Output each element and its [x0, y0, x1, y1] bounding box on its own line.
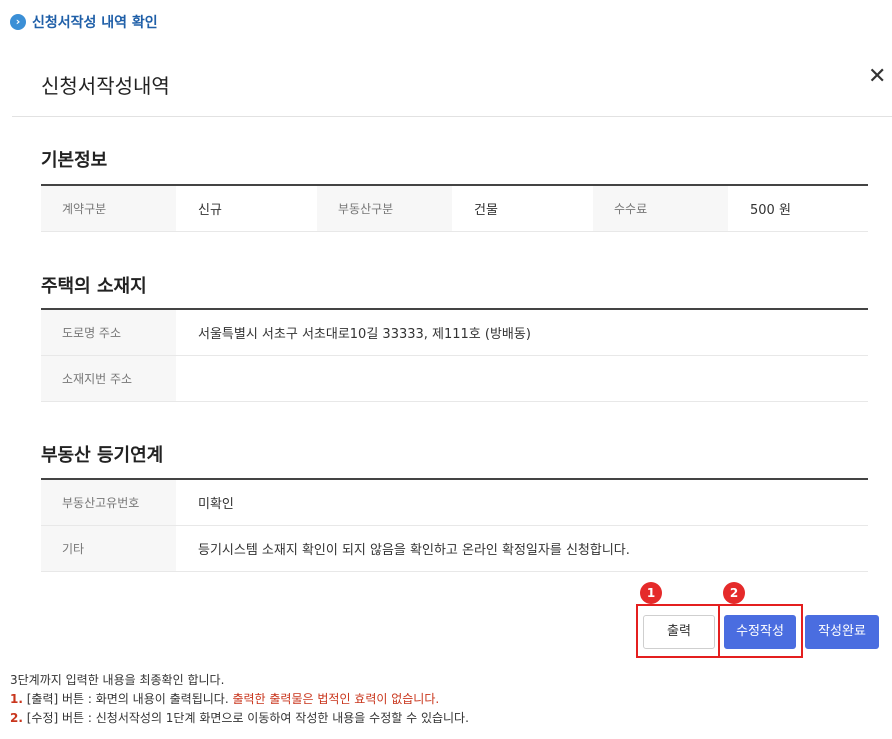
breadcrumb-text: 신청서작성 내역 확인 — [32, 15, 158, 31]
chevron-right-icon: › — [10, 14, 26, 30]
table-row: 부동산고유번호 미확인 — [41, 478, 868, 526]
road-address-value: 서울특별시 서초구 서초대로10길 33333, 제111호 (방배동) — [176, 308, 868, 356]
fee-label: 수수료 — [593, 184, 728, 232]
modal-title: 신청서작성내역 — [41, 74, 170, 98]
section-title-location: 주택의 소재지 — [41, 276, 147, 297]
section-title-registry: 부동산 등기연계 — [41, 445, 164, 466]
unique-no-value: 미확인 — [176, 478, 868, 526]
unique-no-label: 부동산고유번호 — [41, 478, 176, 526]
note-line-3: 2. [수정] 버튼 : 신청서작성의 1단계 화면으로 이동하여 작성한 내용… — [10, 709, 469, 728]
annotation-badge-2: 2 — [723, 582, 745, 604]
complete-button[interactable]: 작성완료 — [805, 615, 879, 649]
title-divider — [12, 116, 892, 117]
table-row: 기타 등기시스템 소재지 확인이 되지 않음을 확인하고 온라인 확정일자를 신… — [41, 525, 868, 572]
property-type-label: 부동산구분 — [317, 184, 452, 232]
breadcrumb: › 신청서작성 내역 확인 — [10, 12, 158, 32]
note-3-number: 2. — [10, 711, 23, 725]
property-type-value: 건물 — [452, 184, 593, 232]
contract-type-value: 신규 — [176, 184, 317, 232]
note-2-text: [출력] 버튼 : 화면의 내용이 출력됩니다. — [22, 692, 233, 706]
fee-value: 500 원 — [728, 184, 868, 232]
lot-address-label: 소재지번 주소 — [41, 355, 176, 402]
basic-info-table: 계약구분 신규 부동산구분 건물 수수료 500 원 — [41, 184, 868, 232]
table-row: 도로명 주소 서울특별시 서초구 서초대로10길 33333, 제111호 (방… — [41, 308, 868, 356]
note-line-1: 3단계까지 입력한 내용을 최종확인 합니다. — [10, 673, 225, 687]
lot-address-value — [176, 355, 868, 402]
note-line-2: 1. [출력] 버튼 : 화면의 내용이 출력됩니다. 출력한 출력물은 법적인… — [10, 690, 469, 709]
contract-type-label: 계약구분 — [41, 184, 176, 232]
location-table: 도로명 주소 서울특별시 서초구 서초대로10길 33333, 제111호 (방… — [41, 308, 868, 402]
table-row: 계약구분 신규 부동산구분 건물 수수료 500 원 — [41, 184, 868, 232]
note-3-text: [수정] 버튼 : 신청서작성의 1단계 화면으로 이동하여 작성한 내용을 수… — [22, 711, 469, 725]
note-2-number: 1. — [10, 692, 23, 706]
help-notes: 3단계까지 입력한 내용을 최종확인 합니다. 1. [출력] 버튼 : 화면의… — [10, 671, 469, 728]
section-title-basic: 기본정보 — [41, 150, 108, 171]
road-address-label: 도로명 주소 — [41, 308, 176, 356]
edit-button[interactable]: 수정작성 — [724, 615, 796, 649]
close-icon[interactable]: ✕ — [868, 66, 886, 88]
registry-table: 부동산고유번호 미확인 기타 등기시스템 소재지 확인이 되지 않음을 확인하고… — [41, 478, 868, 572]
note-2-warning: 출력한 출력물은 법적인 효력이 없습니다. — [232, 692, 440, 706]
etc-label: 기타 — [41, 525, 176, 572]
etc-value: 등기시스템 소재지 확인이 되지 않음을 확인하고 온라인 확정일자를 신청합니… — [176, 525, 868, 572]
print-button[interactable]: 출력 — [643, 615, 715, 649]
table-row: 소재지번 주소 — [41, 355, 868, 402]
annotation-badge-1: 1 — [640, 582, 662, 604]
